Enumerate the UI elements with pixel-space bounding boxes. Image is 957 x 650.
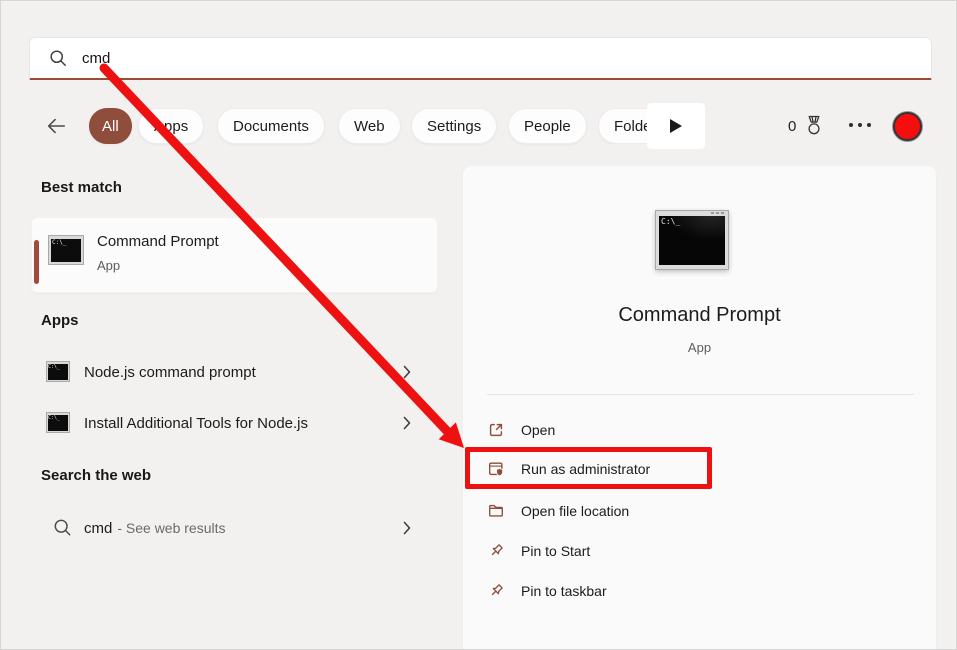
folder-icon xyxy=(489,504,503,517)
selection-accent-bar xyxy=(34,240,39,284)
search-icon xyxy=(54,519,71,536)
tab-label: Settings xyxy=(427,117,482,135)
open-icon xyxy=(489,423,503,437)
preview-title: Command Prompt xyxy=(618,304,781,326)
best-match-result[interactable]: C:\_ Command Prompt App xyxy=(31,217,438,293)
app-result-nodejs-prompt[interactable]: C:\_ Node.js command prompt xyxy=(31,350,438,394)
web-suffix: - See web results xyxy=(117,520,226,536)
tab-label: People xyxy=(524,117,571,135)
more-options-icon[interactable] xyxy=(849,123,871,127)
command-prompt-icon-large: C:\_ xyxy=(655,210,729,270)
chevron-right-icon[interactable] xyxy=(403,521,411,535)
action-pin-to-taskbar[interactable]: Pin to taskbar xyxy=(463,579,936,603)
web-result-cmd[interactable]: cmd - See web results xyxy=(31,506,438,550)
web-query: cmd xyxy=(84,519,113,537)
action-open[interactable]: Open xyxy=(463,418,936,442)
tab-label: Folders xyxy=(614,117,649,135)
tab-settings[interactable]: Settings xyxy=(411,108,498,144)
tab-label: Web xyxy=(354,117,385,135)
apps-section-header: Apps xyxy=(41,312,79,329)
action-label: Open xyxy=(521,422,556,438)
terminal-app-icon: C:\_ xyxy=(46,412,70,433)
tabs-scroll-right-icon[interactable] xyxy=(669,118,683,134)
rewards-count: 0 xyxy=(788,117,797,135)
tab-folders[interactable]: Folders xyxy=(598,108,649,144)
tab-documents[interactable]: Documents xyxy=(217,108,325,144)
user-avatar[interactable] xyxy=(893,112,922,141)
windows-search-flyout: cmd All Apps Documents Web Settings Peop… xyxy=(0,0,957,650)
search-query-text: cmd xyxy=(82,49,111,67)
tab-label: Apps xyxy=(154,117,189,135)
search-icon xyxy=(50,50,66,66)
chevron-right-icon[interactable] xyxy=(403,365,411,379)
tab-label: All xyxy=(102,117,119,135)
result-label: cmd - See web results xyxy=(84,506,226,550)
action-label: Pin to Start xyxy=(521,543,591,559)
result-label: Node.js command prompt xyxy=(84,363,256,381)
annotation-highlight-box xyxy=(465,447,712,489)
best-match-type: App xyxy=(97,258,121,273)
divider xyxy=(487,394,914,395)
tab-people[interactable]: People xyxy=(508,108,587,144)
tab-all[interactable]: All xyxy=(89,108,132,144)
preview-panel: C:\_ Command Prompt App Open Run as admi… xyxy=(463,166,936,649)
rewards-badge[interactable]: 0 xyxy=(788,113,825,139)
action-open-file-location[interactable]: Open file location xyxy=(463,499,936,523)
pin-icon xyxy=(491,544,503,556)
preview-type: App xyxy=(687,340,712,355)
result-label: Install Additional Tools for Node.js xyxy=(84,414,309,432)
terminal-app-icon: C:\_ xyxy=(46,361,70,382)
action-pin-to-start[interactable]: Pin to Start xyxy=(463,539,936,563)
app-result-node-tools[interactable]: C:\_ Install Additional Tools for Node.j… xyxy=(31,401,438,445)
back-arrow-icon[interactable] xyxy=(45,115,67,137)
tab-label: Documents xyxy=(233,117,309,135)
web-section-header: Search the web xyxy=(41,467,152,484)
action-label: Pin to taskbar xyxy=(521,583,607,599)
search-input[interactable]: cmd xyxy=(29,37,932,80)
command-prompt-icon: C:\_ xyxy=(48,235,84,265)
pin-icon xyxy=(491,584,503,596)
best-match-header: Best match xyxy=(41,179,122,196)
chevron-right-icon[interactable] xyxy=(403,416,411,430)
action-label: Open file location xyxy=(521,503,630,519)
tab-apps[interactable]: Apps xyxy=(138,108,205,144)
rewards-medal-icon xyxy=(808,115,820,135)
best-match-title: Command Prompt xyxy=(97,233,219,250)
tab-web[interactable]: Web xyxy=(338,108,401,144)
